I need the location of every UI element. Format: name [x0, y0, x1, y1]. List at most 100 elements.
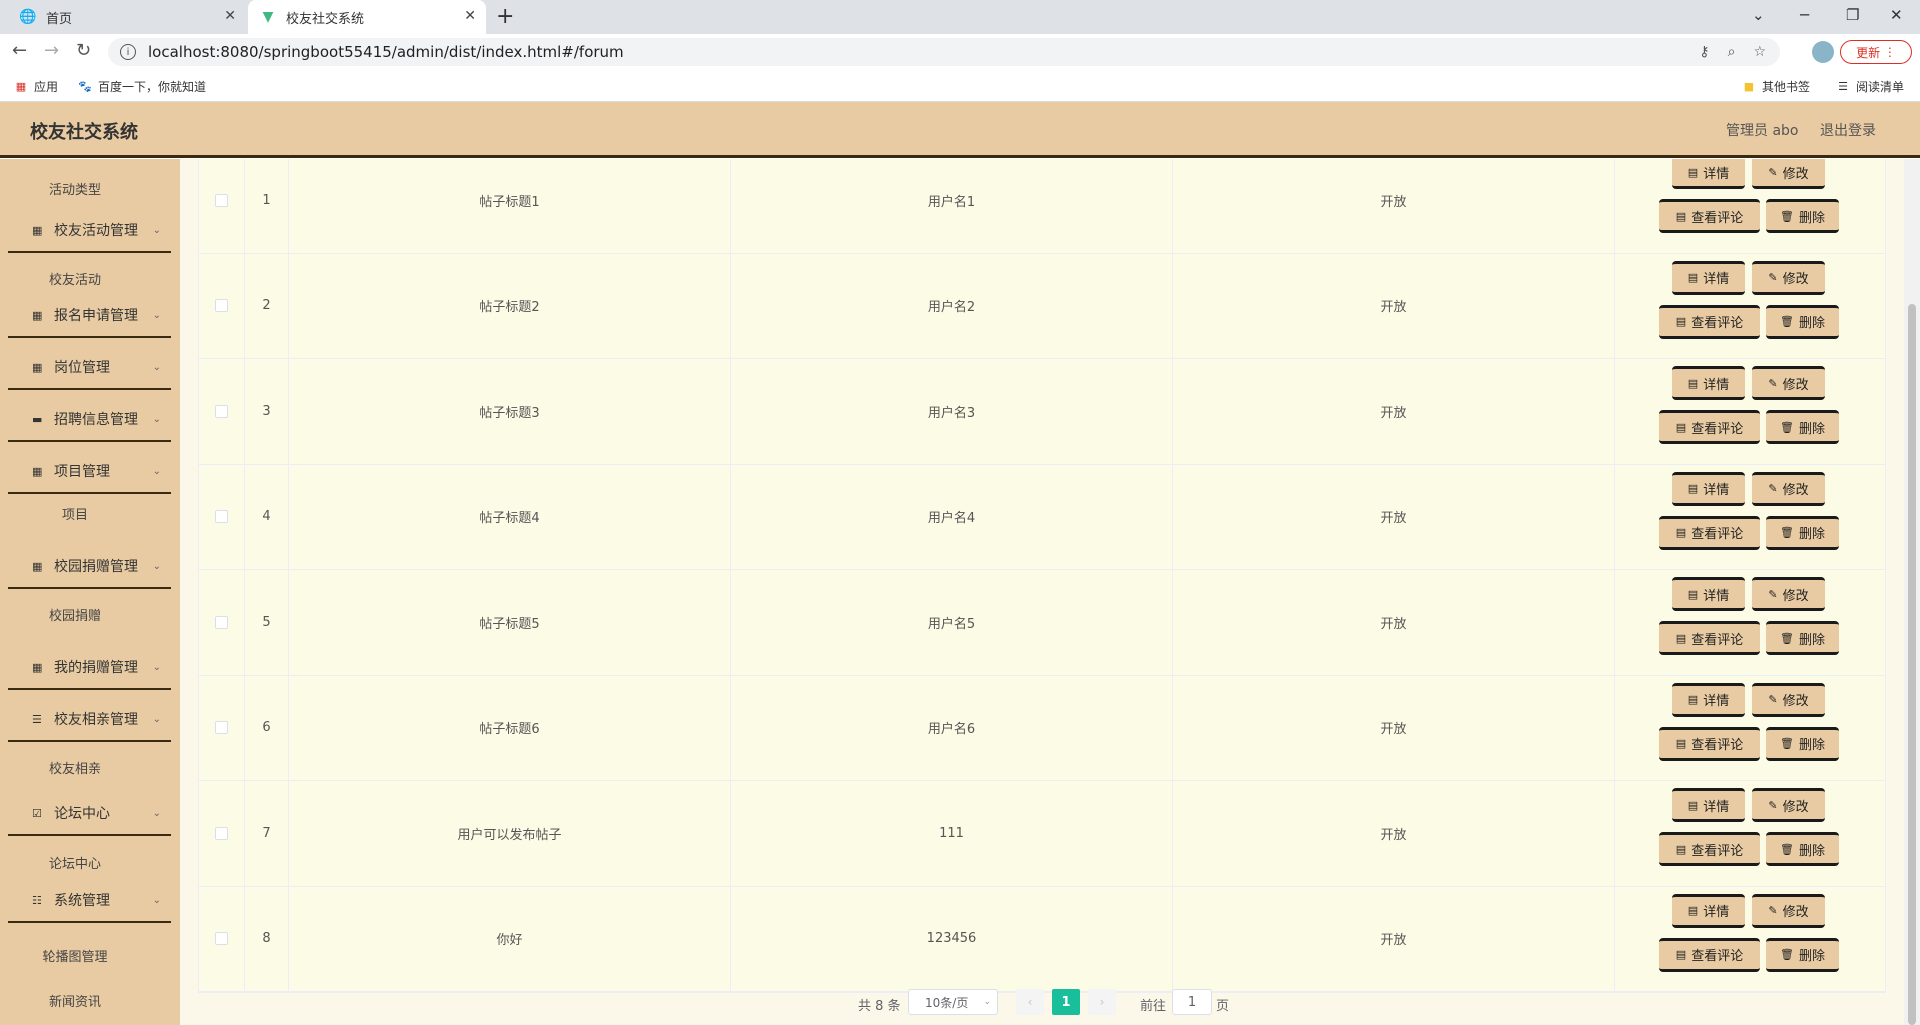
sidebar-subitem[interactable]: 轮播图管理	[0, 946, 150, 965]
view-comments-button[interactable]: ▤ 查看评论	[1659, 515, 1760, 550]
delete-button[interactable]: 🗑 删除	[1766, 937, 1839, 972]
back-icon[interactable]: ←	[12, 40, 27, 61]
row-checkbox[interactable]	[215, 193, 228, 207]
sidebar-group[interactable]: ▦ 岗位管理 ⌄	[8, 346, 171, 390]
row-checkbox[interactable]	[215, 721, 228, 735]
prev-page-button[interactable]: ‹	[1016, 989, 1044, 1015]
next-page-button[interactable]: ›	[1088, 989, 1116, 1015]
reload-icon[interactable]: ↻	[76, 40, 91, 61]
detail-button[interactable]: ▤ 详情	[1672, 471, 1745, 506]
sidebar-subitem[interactable]: 新闻资讯	[0, 991, 150, 1010]
detail-button[interactable]: ▤ 详情	[1672, 577, 1745, 611]
zoom-icon[interactable]: ⌕	[1728, 44, 1736, 60]
document-icon: ▤	[1675, 209, 1687, 223]
delete-button[interactable]: 🗑 删除	[1766, 621, 1839, 655]
sidebar-subitem[interactable]: 校友相亲	[0, 758, 150, 777]
close-window-icon[interactable]: ✕	[1890, 6, 1903, 24]
goto-page-input[interactable]: 1	[1172, 989, 1212, 1015]
detail-button[interactable]: ▤ 详情	[1672, 366, 1745, 400]
page-size-select[interactable]: 10条/页 ⌄	[908, 989, 998, 1015]
row-checkbox[interactable]	[215, 510, 228, 524]
sidebar-group[interactable]: ☰ 校友相亲管理 ⌄	[8, 698, 171, 742]
edit-button[interactable]: ✎ 修改	[1752, 159, 1825, 189]
delete-button[interactable]: 🗑 删除	[1766, 832, 1839, 866]
edit-button[interactable]: ✎ 修改	[1752, 577, 1825, 611]
detail-button[interactable]: ▤ 详情	[1672, 788, 1745, 822]
view-comments-button[interactable]: ▤ 查看评论	[1659, 410, 1760, 444]
detail-button[interactable]: ▤ 详情	[1672, 893, 1745, 928]
page-scrollbar[interactable]	[1904, 159, 1920, 1025]
button-label: 删除	[1798, 527, 1825, 542]
browser-tab-active[interactable]: ▼ 校友社交系统 ✕	[248, 0, 486, 34]
site-info-icon[interactable]: i	[120, 44, 136, 60]
row-checkbox[interactable]	[215, 404, 228, 418]
document-icon: ▤	[1675, 737, 1687, 750]
sidebar: 活动类型 ▦ 校友活动管理 ⌄ 校友活动 ▦ 报名申请管理 ⌄ ▦ 岗位管理 ⌄ ▬ 招聘信息管理 ⌄ ▦ 项…	[0, 159, 180, 1025]
chevron-down-icon: ⌄	[152, 560, 161, 572]
view-comments-button[interactable]: ▤ 查看评论	[1659, 304, 1760, 339]
star-icon[interactable]: ☆	[1753, 44, 1766, 60]
view-comments-button[interactable]: ▤ 查看评论	[1659, 621, 1760, 655]
sidebar-subitem[interactable]: 项目	[0, 504, 150, 523]
edit-button[interactable]: ✎ 修改	[1752, 682, 1825, 717]
tab-search-icon[interactable]: ⌄	[1752, 6, 1765, 24]
bookmark-apps[interactable]: ▦ 应用	[14, 78, 58, 95]
sidebar-subitem[interactable]: 活动类型	[0, 179, 150, 198]
row-checkbox[interactable]	[215, 299, 228, 313]
bookmark-other[interactable]: ■ 其他书签	[1742, 78, 1810, 95]
sidebar-group[interactable]: ▦ 我的捐赠管理 ⌄	[8, 646, 171, 690]
row-checkbox[interactable]	[215, 826, 228, 840]
detail-button[interactable]: ▤ 详情	[1672, 159, 1745, 189]
bookmark-baidu[interactable]: 🐾 百度一下，你就知道	[78, 78, 206, 95]
sidebar-group[interactable]: ▦ 校友活动管理 ⌄	[8, 209, 171, 253]
delete-button[interactable]: 🗑 删除	[1766, 304, 1839, 339]
edit-button[interactable]: ✎ 修改	[1752, 366, 1825, 400]
browser-tab-strip: 🌐 首页 ✕ ▼ 校友社交系统 ✕ + ⌄ ─ ❐ ✕	[0, 0, 1920, 34]
pencil-icon: ✎	[1768, 798, 1778, 812]
sidebar-group[interactable]: ☷ 系统管理 ⌄	[8, 879, 171, 923]
current-page-button[interactable]: 1	[1052, 989, 1080, 1015]
restore-icon[interactable]: ❐	[1846, 6, 1859, 24]
key-icon[interactable]: ⚷	[1699, 44, 1709, 60]
view-comments-button[interactable]: ▤ 查看评论	[1659, 726, 1760, 761]
profile-avatar[interactable]	[1812, 41, 1834, 63]
delete-button[interactable]: 🗑 删除	[1766, 515, 1839, 550]
sidebar-group[interactable]: ▬ 招聘信息管理 ⌄	[8, 398, 171, 442]
sidebar-group[interactable]: ▦ 报名申请管理 ⌄	[8, 294, 171, 338]
update-button[interactable]: 更新 ⋮	[1840, 40, 1912, 64]
new-tab-icon[interactable]: +	[496, 4, 514, 29]
table-row: 1 帖子标题1 用户名1 开放 ▤ 详情 ✎ 修改 ▤ 查看评论 🗑 删除	[199, 159, 1885, 254]
bookmark-reading-list[interactable]: ☰ 阅读清单	[1836, 78, 1904, 95]
post-status: 开放	[1173, 781, 1615, 886]
edit-button[interactable]: ✎ 修改	[1752, 788, 1825, 822]
sidebar-group[interactable]: ▦ 校园捐赠管理 ⌄	[8, 545, 171, 589]
sidebar-subitem[interactable]: 校友活动	[0, 269, 150, 288]
browser-tab-home[interactable]: 🌐 首页 ✕	[8, 0, 246, 34]
edit-button[interactable]: ✎ 修改	[1752, 893, 1825, 928]
bookmarks-bar: ▦ 应用 🐾 百度一下，你就知道 ■ 其他书签 ☰ 阅读清单	[0, 70, 1920, 102]
view-comments-button[interactable]: ▤ 查看评论	[1659, 199, 1760, 233]
forward-icon[interactable]: →	[44, 40, 59, 61]
sidebar-subitem[interactable]: 校园捐赠	[0, 605, 150, 624]
delete-button[interactable]: 🗑 删除	[1766, 726, 1839, 761]
view-comments-button[interactable]: ▤ 查看评论	[1659, 832, 1760, 866]
row-checkbox[interactable]	[215, 615, 228, 629]
sidebar-subitem[interactable]: 论坛中心	[0, 853, 150, 872]
detail-button[interactable]: ▤ 详情	[1672, 260, 1745, 295]
row-checkbox[interactable]	[215, 932, 228, 946]
detail-button[interactable]: ▤ 详情	[1672, 682, 1745, 717]
edit-button[interactable]: ✎ 修改	[1752, 260, 1825, 295]
url-field[interactable]: i localhost:8080/springboot55415/admin/d…	[108, 38, 1780, 66]
sidebar-group[interactable]: ▦ 项目管理 ⌄	[8, 450, 171, 494]
view-comments-button[interactable]: ▤ 查看评论	[1659, 937, 1760, 972]
edit-button[interactable]: ✎ 修改	[1752, 471, 1825, 506]
close-tab-icon[interactable]: ✕	[224, 8, 236, 24]
delete-button[interactable]: 🗑 删除	[1766, 410, 1839, 444]
minimize-icon[interactable]: ─	[1800, 6, 1809, 24]
logout-link[interactable]: 退出登录	[1820, 120, 1876, 140]
delete-button[interactable]: 🗑 删除	[1766, 199, 1839, 233]
post-title: 帖子标题3	[289, 359, 731, 464]
sidebar-group[interactable]: ☑ 论坛中心 ⌄	[8, 792, 171, 836]
scrollbar-thumb[interactable]	[1908, 304, 1916, 1025]
close-tab-icon[interactable]: ✕	[464, 8, 476, 24]
